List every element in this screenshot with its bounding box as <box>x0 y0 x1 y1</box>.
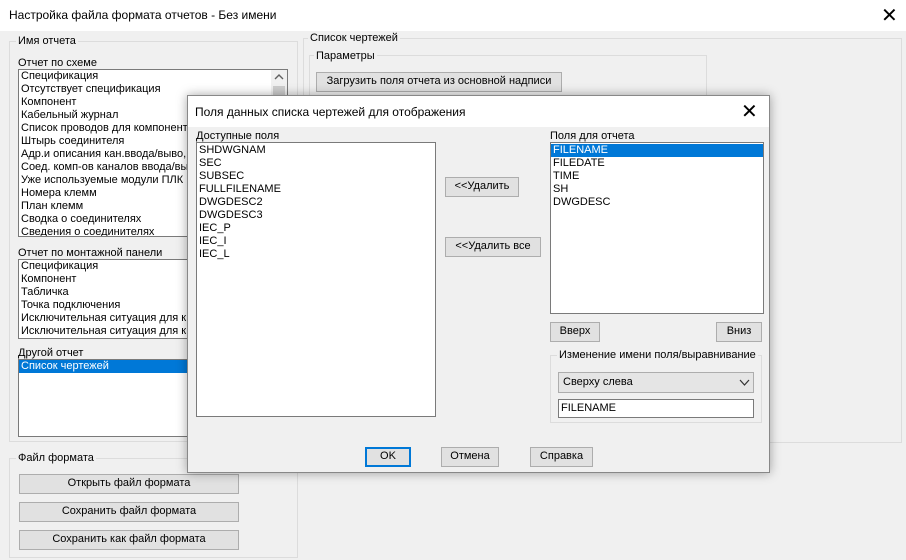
available-field-item[interactable]: IEC_L <box>197 248 435 261</box>
dialog-titlebar: Поля данных списка чертежей для отображе… <box>188 96 769 127</box>
chevron-down-icon <box>739 379 750 386</box>
move-down-button[interactable]: Вниз <box>716 322 762 342</box>
open-format-file-button[interactable]: Открыть файл формата <box>19 474 239 494</box>
panel-report-label: Отчет по монтажной панели <box>18 247 163 259</box>
format-file-group-label: Файл формата <box>16 452 96 464</box>
report-field-item[interactable]: TIME <box>551 170 763 183</box>
available-field-item[interactable]: DWGDESC3 <box>197 209 435 222</box>
load-title-block-fields-button[interactable]: Загрузить поля отчета из основной надпис… <box>316 72 562 92</box>
report-fields-label: Поля для отчета <box>550 130 635 142</box>
report-field-item[interactable]: DWGDESC <box>551 196 763 209</box>
report-fields-list[interactable]: FILENAME FILEDATE TIME SH DWGDESC <box>550 142 764 314</box>
available-field-item[interactable]: SHDWGNAM <box>197 144 435 157</box>
remove-all-button[interactable]: <<Удалить все <box>445 237 541 257</box>
available-field-item[interactable]: DWGDESC2 <box>197 196 435 209</box>
report-field-item[interactable]: FILENAME <box>551 144 763 157</box>
cancel-button[interactable]: Отмена <box>441 447 499 467</box>
dialog-title: Поля данных списка чертежей для отображе… <box>195 105 466 119</box>
field-name-input[interactable]: FILENAME <box>558 399 754 418</box>
available-field-item[interactable]: SUBSEC <box>197 170 435 183</box>
window-titlebar: Настройка файла формата отчетов - Без им… <box>0 0 906 31</box>
ok-button[interactable]: OK <box>365 447 411 467</box>
report-field-item[interactable]: FILEDATE <box>551 157 763 170</box>
alignment-value: Сверху слева <box>563 376 633 388</box>
other-report-label: Другой отчет <box>18 347 84 359</box>
scroll-up-icon[interactable] <box>271 70 287 84</box>
drawing-list-fields-dialog: Поля данных списка чертежей для отображе… <box>187 95 770 473</box>
report-field-item[interactable]: SH <box>551 183 763 196</box>
available-fields-list[interactable]: SHDWGNAM SEC SUBSEC FULLFILENAME DWGDESC2 DWG… <box>196 142 436 417</box>
save-format-file-button[interactable]: Сохранить файл формата <box>19 502 239 522</box>
report-name-group-label: Имя отчета <box>16 35 78 47</box>
remove-button[interactable]: <<Удалить <box>445 177 519 197</box>
parameters-group-label: Параметры <box>314 50 377 62</box>
available-field-item[interactable]: IEC_I <box>197 235 435 248</box>
window-title: Настройка файла формата отчетов - Без им… <box>9 8 277 22</box>
available-field-item[interactable]: SEC <box>197 157 435 170</box>
help-button[interactable]: Справка <box>530 447 593 467</box>
save-as-format-file-button[interactable]: Сохранить как файл формата <box>19 530 239 550</box>
move-up-button[interactable]: Вверх <box>550 322 600 342</box>
rename-alignment-group-label: Изменение имени поля/выравнивание <box>557 349 758 361</box>
schematic-report-label: Отчет по схеме <box>18 57 97 69</box>
available-field-item[interactable]: IEC_P <box>197 222 435 235</box>
available-fields-label: Доступные поля <box>196 130 280 142</box>
window-close-icon[interactable]: ✕ <box>881 5 898 25</box>
drawing-list-group-label: Список чертежей <box>308 32 400 44</box>
dialog-close-icon[interactable]: ✕ <box>741 101 758 121</box>
alignment-select[interactable]: Сверху слева <box>558 372 754 393</box>
available-field-item[interactable]: FULLFILENAME <box>197 183 435 196</box>
schematic-report-item[interactable]: Спецификация <box>19 70 287 83</box>
